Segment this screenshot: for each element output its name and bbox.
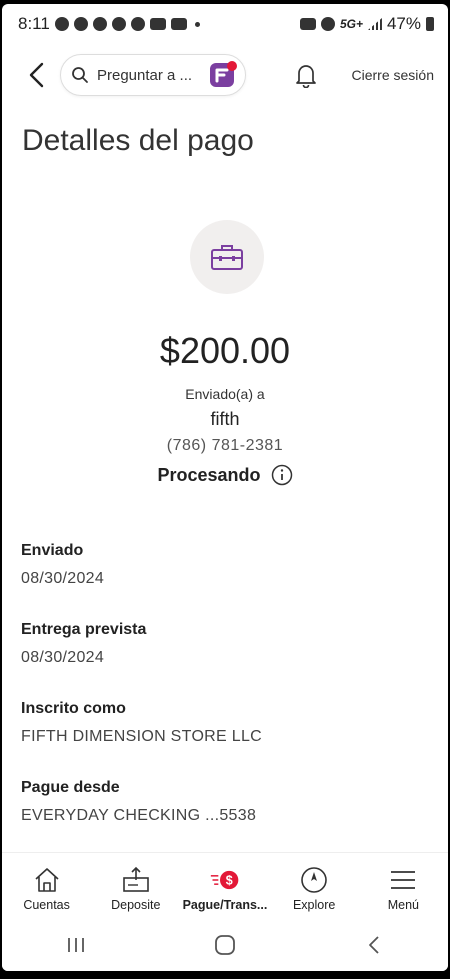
signal-icon bbox=[367, 18, 382, 30]
whatsapp-icon bbox=[54, 17, 69, 31]
detail-label: Entrega prevista bbox=[21, 621, 147, 638]
detail-value: FIFTH DIMENSION STORE LLC bbox=[21, 728, 263, 745]
battery-percent: 47% bbox=[386, 14, 421, 33]
scissors-icon bbox=[92, 17, 107, 31]
payee-phone: (786) 781-2381 bbox=[166, 437, 284, 454]
info-icon[interactable] bbox=[271, 464, 293, 486]
youtube-icon bbox=[149, 18, 166, 30]
status-label: Procesando bbox=[157, 464, 261, 485]
recent-apps-icon bbox=[68, 938, 85, 952]
tab-label: Menú bbox=[387, 898, 419, 912]
payment-amount: $200.00 bbox=[159, 330, 291, 371]
payee-name: fifth bbox=[210, 409, 240, 429]
logout-link[interactable]: Cierre sesión bbox=[352, 67, 434, 83]
tab-pay-transfer[interactable]: $ Pague/Trans... bbox=[181, 865, 269, 912]
battery-icon bbox=[426, 17, 434, 31]
notifications-button[interactable] bbox=[292, 60, 320, 90]
assistant-search-bar[interactable]: Preguntar a ... bbox=[60, 54, 246, 96]
recent-apps-button[interactable] bbox=[46, 925, 106, 965]
tab-accounts[interactable]: Cuentas bbox=[3, 865, 91, 912]
payment-status: Procesando bbox=[2, 464, 448, 486]
hamburger-icon bbox=[388, 865, 418, 895]
system-back-icon bbox=[368, 936, 379, 954]
assistant-logo-icon bbox=[207, 59, 239, 91]
svg-text:$: $ bbox=[226, 874, 233, 888]
briefcase-icon bbox=[211, 245, 243, 270]
tab-label: Cuentas bbox=[23, 898, 70, 912]
bottom-tab-bar: Cuentas Deposite $ Pague/Trans... Explor… bbox=[2, 852, 448, 918]
detail-enrolled-as: Inscrito como FIFTH DIMENSION STORE LLC bbox=[21, 700, 262, 746]
back-button[interactable] bbox=[22, 55, 50, 95]
status-bar: 8:11 5G+ 47% bbox=[2, 4, 448, 44]
status-right: 5G+ 47% bbox=[299, 14, 434, 34]
bell-icon bbox=[296, 65, 316, 88]
detail-label: Enviado bbox=[21, 542, 84, 559]
house-icon bbox=[32, 865, 62, 895]
search-icon bbox=[72, 67, 88, 83]
status-left: 8:11 bbox=[18, 14, 200, 34]
facebook-icon bbox=[111, 17, 126, 31]
detail-pay-from: Pague desde EVERYDAY CHECKING ...5538 bbox=[21, 779, 256, 825]
search-placeholder: Preguntar a ... bbox=[97, 66, 193, 84]
detail-value: 08/30/2024 bbox=[21, 649, 105, 666]
more-notifications-icon bbox=[194, 21, 200, 27]
tab-menu[interactable]: Menú bbox=[359, 865, 447, 912]
page-title: Detalles del pago bbox=[22, 124, 254, 157]
youtube-icon-2 bbox=[170, 18, 187, 30]
nfc-icon bbox=[299, 18, 316, 30]
detail-label: Inscrito como bbox=[21, 700, 126, 717]
network-type: 5G+ bbox=[339, 17, 363, 31]
detail-label: Pague desde bbox=[21, 779, 120, 796]
tab-label: Explore bbox=[292, 898, 336, 912]
compass-icon bbox=[299, 865, 329, 895]
alarm-icon bbox=[320, 17, 335, 31]
detail-value: EVERYDAY CHECKING ...5538 bbox=[21, 807, 257, 824]
home-button[interactable] bbox=[195, 925, 255, 965]
tab-deposit[interactable]: Deposite bbox=[92, 865, 180, 912]
tab-explore[interactable]: Explore bbox=[270, 865, 358, 912]
payee-icon-circle bbox=[190, 220, 264, 294]
system-nav-bar bbox=[2, 919, 448, 971]
system-back-button[interactable] bbox=[344, 925, 404, 965]
tiktok-icon bbox=[130, 17, 145, 31]
top-nav: Preguntar a ... Cierre sesión bbox=[2, 52, 448, 98]
sent-to-label: Enviado(a) a bbox=[185, 386, 265, 402]
detail-expected-delivery: Entrega prevista 08/30/2024 bbox=[21, 621, 146, 667]
tab-label: Pague/Trans... bbox=[182, 898, 268, 912]
pay-transfer-icon: $ bbox=[210, 865, 240, 895]
chevron-left-icon bbox=[29, 62, 44, 88]
detail-value: 08/30/2024 bbox=[21, 570, 105, 587]
screen: 8:11 5G+ 47% Preguntar a ... Cierre sesi… bbox=[2, 4, 448, 971]
clock: 8:11 bbox=[18, 14, 50, 33]
home-circle-icon bbox=[215, 935, 235, 955]
chat-icon bbox=[73, 17, 88, 31]
deposit-icon bbox=[121, 865, 151, 895]
tab-label: Deposite bbox=[111, 898, 161, 912]
detail-sent: Enviado 08/30/2024 bbox=[21, 542, 104, 588]
